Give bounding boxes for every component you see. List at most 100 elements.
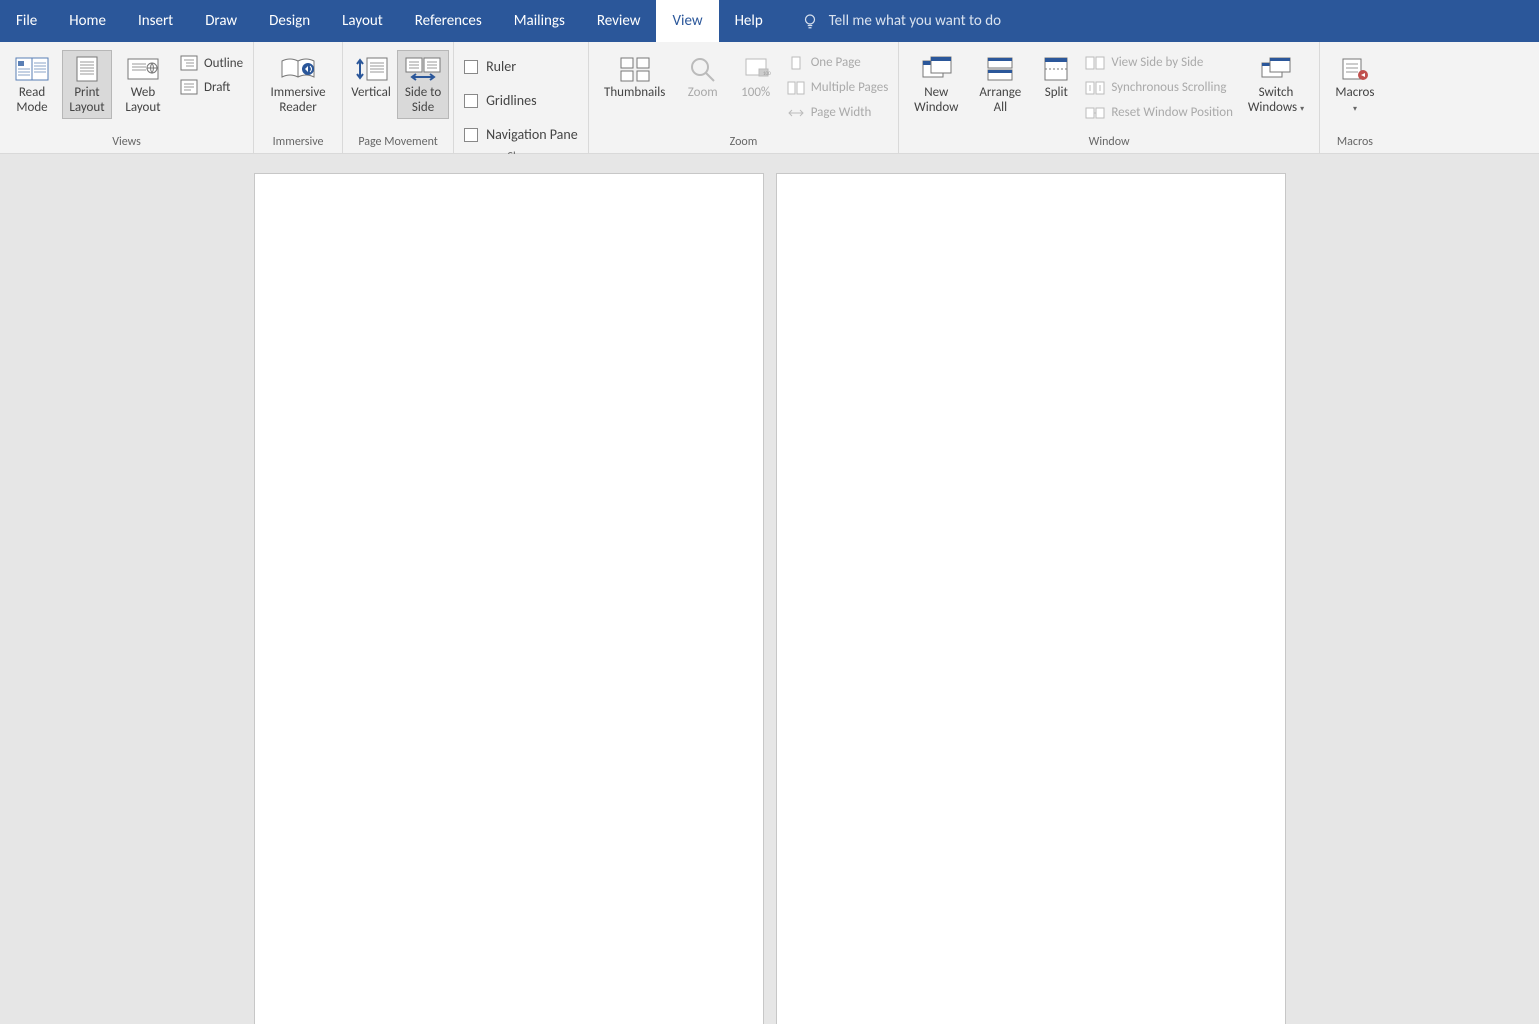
draft-button[interactable]: Draft bbox=[178, 78, 245, 96]
checkbox-icon bbox=[464, 94, 478, 108]
tab-help[interactable]: Help bbox=[719, 0, 779, 42]
arrange-all-button[interactable]: Arrange All bbox=[971, 50, 1029, 119]
group-page-movement-label: Page Movement bbox=[347, 132, 449, 153]
checkbox-icon bbox=[464, 60, 478, 74]
split-button[interactable]: Split bbox=[1035, 50, 1077, 104]
hundred-label: 100% bbox=[741, 86, 770, 101]
page-width-button: Page Width bbox=[785, 104, 891, 121]
switch-windows-label: Switch Windows bbox=[1248, 85, 1297, 115]
web-layout-icon bbox=[126, 55, 160, 83]
group-views-label: Views bbox=[8, 132, 245, 153]
multiple-pages-label: Multiple Pages bbox=[811, 80, 889, 95]
zoom-label: Zoom bbox=[688, 86, 718, 101]
macros-label: Macros bbox=[1335, 85, 1374, 100]
chevron-down-icon: ▾ bbox=[1353, 104, 1357, 114]
switch-windows-button[interactable]: Switch Windows ▾ bbox=[1241, 50, 1311, 119]
macros-icon bbox=[1339, 55, 1371, 83]
tab-file[interactable]: File bbox=[0, 0, 53, 42]
switch-windows-icon bbox=[1258, 55, 1294, 83]
tell-me-label: Tell me what you want to do bbox=[829, 12, 1001, 30]
group-views: Read Mode Print Layout Web Layout bbox=[0, 42, 254, 153]
lightbulb-icon bbox=[801, 12, 819, 30]
navigation-pane-label: Navigation Pane bbox=[486, 126, 578, 143]
document-canvas[interactable] bbox=[0, 154, 1539, 799]
thumbnails-button[interactable]: Thumbnails bbox=[597, 50, 673, 104]
read-mode-icon bbox=[15, 55, 49, 83]
hundred-percent-button: 100 100% bbox=[733, 50, 779, 104]
immersive-reader-icon bbox=[278, 55, 318, 83]
checkbox-icon bbox=[464, 128, 478, 142]
arrange-all-label: Arrange All bbox=[974, 86, 1026, 116]
gridlines-checkbox[interactable]: Gridlines bbox=[462, 88, 580, 113]
tab-design[interactable]: Design bbox=[253, 0, 326, 42]
read-mode-button[interactable]: Read Mode bbox=[8, 50, 56, 119]
web-layout-button[interactable]: Web Layout bbox=[118, 50, 168, 119]
side-to-side-button[interactable]: Side to Side bbox=[397, 50, 449, 119]
split-label: Split bbox=[1045, 86, 1068, 101]
sync-scroll-label: Synchronous Scrolling bbox=[1111, 80, 1226, 95]
zoom-icon bbox=[688, 55, 718, 83]
draft-label: Draft bbox=[204, 80, 230, 95]
immersive-reader-label: Immersive Reader bbox=[265, 86, 331, 116]
vertical-label: Vertical bbox=[351, 86, 391, 101]
view-side-by-side-label: View Side by Side bbox=[1111, 55, 1203, 70]
arrange-all-icon bbox=[983, 55, 1017, 83]
new-window-button[interactable]: New Window bbox=[907, 50, 965, 119]
zoom-button: Zoom bbox=[679, 50, 727, 104]
page-width-icon bbox=[787, 106, 805, 120]
tab-review[interactable]: Review bbox=[581, 0, 657, 42]
web-layout-label: Web Layout bbox=[121, 86, 165, 116]
document-page[interactable] bbox=[255, 174, 763, 1024]
group-macros-label: Macros bbox=[1328, 132, 1382, 153]
new-window-icon bbox=[919, 55, 953, 83]
print-layout-icon bbox=[73, 55, 101, 83]
split-icon bbox=[1041, 55, 1071, 83]
tab-insert[interactable]: Insert bbox=[122, 0, 189, 42]
one-page-icon bbox=[787, 56, 805, 70]
one-page-button: One Page bbox=[785, 54, 891, 71]
reset-pos-icon bbox=[1085, 106, 1105, 120]
side-to-side-label: Side to Side bbox=[400, 86, 446, 116]
group-zoom-label: Zoom bbox=[597, 132, 891, 153]
outline-label: Outline bbox=[204, 56, 243, 71]
new-window-label: New Window bbox=[910, 86, 962, 116]
reset-pos-label: Reset Window Position bbox=[1111, 105, 1233, 120]
tab-references[interactable]: References bbox=[399, 0, 498, 42]
print-layout-label: Print Layout bbox=[65, 86, 109, 116]
tab-layout[interactable]: Layout bbox=[326, 0, 399, 42]
print-layout-button[interactable]: Print Layout bbox=[62, 50, 112, 119]
tab-draw[interactable]: Draw bbox=[189, 0, 253, 42]
group-window: New Window Arrange All Split View Side b… bbox=[899, 42, 1320, 153]
document-page[interactable] bbox=[777, 174, 1285, 1024]
tab-mailings[interactable]: Mailings bbox=[498, 0, 581, 42]
ruler-checkbox[interactable]: Ruler bbox=[462, 54, 580, 79]
group-window-label: Window bbox=[907, 132, 1311, 153]
group-page-movement: Vertical Side to Side Page Movement bbox=[343, 42, 454, 153]
sync-scroll-button: Synchronous Scrolling bbox=[1083, 79, 1235, 96]
menu-bar: File Home Insert Draw Design Layout Refe… bbox=[0, 0, 1539, 42]
draft-icon bbox=[180, 79, 198, 95]
group-zoom: Thumbnails Zoom 100 100% One Page Mu bbox=[589, 42, 900, 153]
side-to-side-icon bbox=[403, 55, 443, 83]
group-show: Ruler Gridlines Navigation Pane Show bbox=[454, 42, 589, 153]
macros-button[interactable]: Macros ▾ bbox=[1328, 50, 1382, 119]
vertical-button[interactable]: Vertical bbox=[347, 50, 395, 104]
tab-home[interactable]: Home bbox=[53, 0, 122, 42]
navigation-pane-checkbox[interactable]: Navigation Pane bbox=[462, 122, 580, 147]
sync-scroll-icon bbox=[1085, 81, 1105, 95]
group-immersive: Immersive Reader Immersive bbox=[254, 42, 343, 153]
tab-view[interactable]: View bbox=[656, 0, 718, 42]
group-macros: Macros ▾ Macros bbox=[1320, 42, 1390, 153]
ribbon-view: Read Mode Print Layout Web Layout bbox=[0, 42, 1539, 154]
page-width-label: Page Width bbox=[811, 105, 872, 120]
ruler-label: Ruler bbox=[486, 58, 516, 75]
immersive-reader-button[interactable]: Immersive Reader bbox=[262, 50, 334, 119]
chevron-down-icon: ▾ bbox=[1300, 104, 1304, 114]
tell-me-search[interactable]: Tell me what you want to do bbox=[779, 0, 1001, 42]
outline-icon bbox=[180, 55, 198, 71]
one-page-label: One Page bbox=[811, 55, 861, 70]
reset-window-position-button: Reset Window Position bbox=[1083, 104, 1235, 121]
gridlines-label: Gridlines bbox=[486, 92, 537, 109]
outline-button[interactable]: Outline bbox=[178, 54, 245, 72]
thumbnails-icon bbox=[618, 55, 652, 83]
